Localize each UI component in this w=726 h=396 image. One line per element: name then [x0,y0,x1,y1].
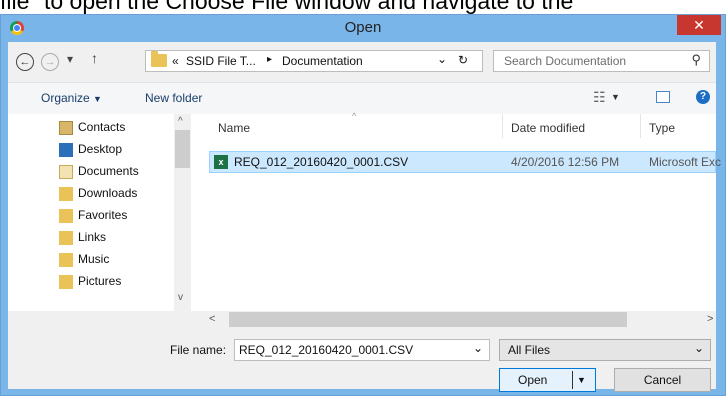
column-header-type[interactable]: Type [649,121,675,135]
split-divider [572,371,573,389]
file-name-dropdown-icon[interactable]: ⌄ [473,341,483,355]
preview-pane-icon[interactable] [656,91,670,103]
open-dialog: Open ✕ ← → ▾ ↑ « SSID File T... ▸ Docume… [0,14,726,396]
address-prefix: « [172,54,179,68]
close-button[interactable]: ✕ [677,15,721,35]
column-header-name[interactable]: Name [218,121,250,135]
refresh-icon[interactable]: ↻ [458,53,468,67]
recent-locations-chevron-icon[interactable]: ▾ [67,52,73,66]
file-type-filter-value: All Files [508,343,551,357]
file-name: REQ_012_20160420_0001.CSV [234,155,409,169]
back-button[interactable]: ← [16,53,34,71]
favorites-icon [59,209,73,223]
sort-indicator-icon: ^ [352,111,357,121]
file-list: ^ Name Date modified Type x REQ_012_2016… [200,111,721,311]
search-box[interactable]: Search Documentation ⚲ [493,50,710,72]
file-row[interactable]: x REQ_012_20160420_0001.CSV 4/20/2016 12… [209,151,721,173]
bottom-panel: File name: REQ_012_20160420_0001.CSV ⌄ A… [8,328,716,392]
scroll-thumb[interactable] [175,130,190,168]
organize-button[interactable]: Organize ▼ [41,91,102,105]
address-row: ← → ▾ ↑ « SSID File T... ▸ Documentation… [8,42,716,82]
dialog-client-area: ← → ▾ ↑ « SSID File T... ▸ Documentation… [8,42,721,392]
scroll-thumb[interactable] [229,312,627,327]
open-options-dropdown-icon[interactable]: ▼ [577,369,586,391]
file-name-label: File name: [170,343,227,357]
command-toolbar: Organize ▼ New folder ☷ ▼ ? [8,82,716,115]
open-button[interactable]: Open ▼ [499,368,596,392]
file-type-filter-dropdown-icon[interactable]: ⌄ [694,341,704,355]
help-icon[interactable]: ? [696,90,710,104]
contacts-icon [59,121,73,135]
column-divider [502,114,503,138]
nav-item-label: Music [78,252,110,266]
change-view-icon[interactable]: ☷ [593,89,606,106]
nav-item-label: Contacts [78,120,126,134]
main-pane: Contacts Desktop Documents Downloads Fav… [8,111,721,328]
file-type-filter[interactable]: All Files ⌄ [499,339,711,361]
file-date-modified: 4/20/2016 12:56 PM [511,155,620,169]
pictures-icon [59,275,73,289]
column-divider [640,114,641,138]
music-icon [59,253,73,267]
search-input[interactable]: Search Documentation [504,54,626,68]
up-folder-button[interactable]: ↑ [91,50,98,66]
new-folder-button[interactable]: New folder [145,91,202,105]
breadcrumb-current[interactable]: Documentation [282,54,363,68]
file-name-input[interactable]: REQ_012_20160420_0001.CSV [239,343,413,357]
desktop-icon [59,143,73,157]
address-history-chevron-icon[interactable]: ⌄ [437,52,447,66]
scroll-left-arrow-icon[interactable]: < [209,313,215,325]
file-type: Microsoft Exc [649,155,722,169]
open-button-label: Open [518,373,548,387]
address-bar[interactable]: « SSID File T... ▸ Documentation ⌄ ↻ [145,50,483,72]
navigation-pane: Contacts Desktop Documents Downloads Fav… [8,114,191,328]
title-bar[interactable]: Open ✕ [1,15,725,42]
links-icon [59,231,73,245]
scroll-down-arrow-icon[interactable]: v [178,292,183,303]
nav-item-label: Links [78,230,107,244]
documents-icon [59,165,73,179]
organize-label: Organize [41,91,90,105]
search-icon[interactable]: ⚲ [691,52,701,68]
scroll-up-arrow-icon[interactable]: ^ [178,116,183,127]
excel-file-icon: x [214,155,228,169]
folder-icon [151,51,167,67]
forward-button[interactable]: → [41,53,59,71]
nav-item-label: Desktop [78,142,123,156]
view-dropdown-icon[interactable]: ▼ [611,92,620,102]
document-sentence: file" to open the Choose File window and… [0,0,574,14]
nav-item-label: Downloads [78,186,138,200]
file-name-field[interactable]: REQ_012_20160420_0001.CSV ⌄ [234,339,490,361]
downloads-icon [59,187,73,201]
nav-item-label: Documents [78,164,139,178]
column-header-date[interactable]: Date modified [511,121,585,135]
scroll-right-arrow-icon[interactable]: > [707,313,713,325]
dialog-title: Open [344,19,382,36]
nav-vertical-scrollbar[interactable]: ^ v [174,114,191,311]
cancel-button[interactable]: Cancel [614,368,711,392]
nav-item-label: Favorites [78,208,128,222]
nav-item-label: Pictures [78,274,122,288]
organize-dropdown-icon: ▼ [93,94,102,104]
breadcrumb-separator-icon[interactable]: ▸ [267,54,272,65]
horizontal-scrollbar[interactable]: < > [8,311,716,328]
breadcrumb-parent[interactable]: SSID File T... [186,54,256,68]
